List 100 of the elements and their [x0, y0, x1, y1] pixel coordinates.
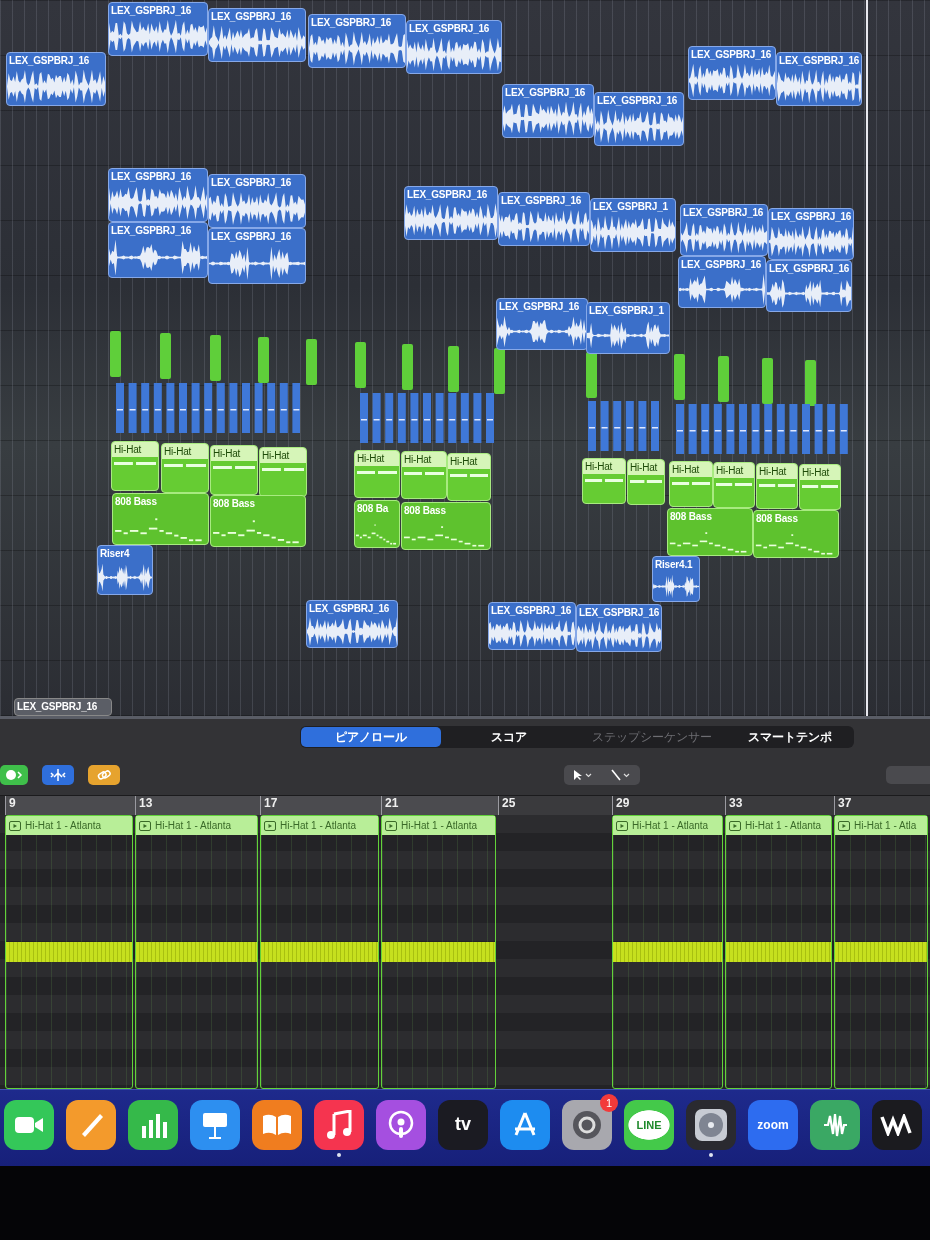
midi-region[interactable]: Hi-Hat — [627, 459, 665, 505]
bar-number: 17 — [264, 796, 278, 810]
drum-hit-region[interactable] — [718, 356, 729, 402]
playhead-line[interactable] — [866, 0, 868, 716]
drum-hit-region[interactable] — [586, 352, 597, 398]
drum-hit-region[interactable] — [210, 335, 221, 381]
drum-hit-region[interactable] — [494, 348, 505, 394]
audio-region[interactable]: LEX_GSPBRJ_16 — [502, 84, 594, 138]
music-note-icon[interactable] — [314, 1099, 364, 1150]
letter-a-icon[interactable] — [500, 1099, 550, 1150]
drum-hit-region[interactable] — [306, 339, 317, 385]
region-name: Hi-Hat 1 - Atlanta — [280, 820, 357, 831]
midi-region[interactable]: Hi-Hat — [401, 451, 447, 499]
audio-region[interactable]: Riser4.1 — [652, 556, 700, 602]
audio-region[interactable]: LEX_GSPBRJ_16 — [680, 204, 768, 256]
audio-region[interactable]: LEX_GSPBRJ_16 — [208, 174, 306, 228]
audio-region[interactable]: LEX_GSPBRJ_16 — [108, 222, 208, 278]
audio-region[interactable]: LEX_GSPBRJ_16 — [108, 2, 208, 56]
tv-icon[interactable]: tv — [438, 1099, 488, 1150]
audio-region[interactable]: LEX_GSPBRJ_16 — [6, 52, 106, 106]
midi-region[interactable]: Hi-Hat — [669, 461, 713, 507]
editor-tab[interactable]: スコア — [441, 727, 577, 747]
drum-hit-region[interactable] — [762, 358, 773, 404]
link-button[interactable] — [88, 765, 120, 785]
midi-region[interactable]: Hi-Hat 1 - Atlanta — [135, 815, 258, 1089]
drum-hit-region[interactable] — [258, 337, 269, 383]
midi-region[interactable]: Hi-Hat 1 - Atlanta — [612, 815, 723, 1089]
region-name: Hi-Hat 1 - Atla — [854, 820, 917, 831]
audio-region[interactable]: LEX_GSPBRJ_1 — [590, 198, 676, 252]
midi-region[interactable]: Hi-Hat — [713, 462, 755, 508]
podium-icon[interactable] — [190, 1099, 240, 1150]
midi-region[interactable]: Hi-Hat — [756, 463, 798, 509]
midi-notes-drawing — [672, 482, 710, 485]
play-icon — [838, 820, 850, 831]
drum-hit-region[interactable] — [674, 354, 685, 400]
note-bar[interactable] — [382, 942, 495, 962]
note-bar[interactable] — [136, 942, 257, 962]
audio-region[interactable]: LEX_GSPBRJ_16 — [576, 604, 662, 652]
midi-region[interactable]: Hi-Hat — [259, 447, 307, 497]
midi-region[interactable]: Hi-Hat 1 - Atla — [834, 815, 928, 1089]
gear-icon[interactable] — [562, 1099, 612, 1150]
audio-region[interactable]: Riser4 — [97, 545, 153, 595]
wave-icon[interactable] — [872, 1099, 922, 1150]
midi-region[interactable]: Hi-Hat — [210, 445, 258, 495]
midi-region[interactable]: Hi-Hat 1 - Atlanta — [725, 815, 832, 1089]
audio-region[interactable]: LEX_GSPBRJ_1 — [586, 302, 670, 354]
video-app-icon[interactable]: zoom — [748, 1099, 798, 1150]
midi-notes-drawing — [759, 484, 795, 487]
note-bar[interactable] — [6, 942, 132, 962]
audio-region[interactable]: LEX_GSPBRJ_16 — [594, 92, 684, 146]
audio-region[interactable]: LEX_GSPBRJ_16 — [488, 602, 576, 650]
audio-region[interactable]: LEX_GSPBRJ_16 — [496, 298, 588, 350]
catch-button[interactable] — [42, 765, 74, 785]
audio-region[interactable]: LEX_GSPBRJ_16 — [404, 186, 498, 240]
editor-tab[interactable]: ピアノロール — [301, 727, 441, 747]
editor-tab[interactable]: スマートテンポ — [727, 727, 853, 747]
drum-hit-region[interactable] — [448, 346, 459, 392]
midi-in-button[interactable] — [0, 765, 28, 785]
audio-region[interactable]: LEX_GSPBRJ_16 — [688, 46, 776, 100]
audio-region[interactable]: LEX_GSPBRJ_16 — [766, 260, 852, 312]
note-bar[interactable] — [726, 942, 831, 962]
midi-region[interactable]: Hi-Hat — [582, 458, 626, 504]
bar-number: 33 — [729, 796, 743, 810]
midi-region[interactable]: Hi-Hat 1 - Atlanta — [5, 815, 133, 1089]
audio-region[interactable]: LEX_GSPBRJ_16 — [406, 20, 502, 74]
audio-region[interactable]: LEX_GSPBRJ_16 — [308, 14, 406, 68]
audio-region[interactable]: LEX_GSPBRJ_16 — [208, 8, 306, 62]
midi-region[interactable]: Hi-Hat — [111, 441, 159, 491]
podcast-icon[interactable] — [376, 1099, 426, 1150]
audio-region[interactable]: LEX_GSPBRJ_16 — [498, 192, 590, 246]
note-bar[interactable] — [613, 942, 722, 962]
midi-region[interactable]: Hi-Hat 1 - Atlanta — [260, 815, 379, 1089]
audio-region[interactable]: LEX_GSPBRJ_16 — [306, 600, 398, 648]
video-camera-icon[interactable] — [4, 1099, 54, 1150]
bar-chart-icon[interactable] — [128, 1099, 178, 1150]
note-bar[interactable] — [835, 942, 927, 962]
drum-hit-region[interactable] — [805, 360, 816, 406]
audio-region[interactable]: LEX_GSPBRJ_16 — [678, 256, 766, 308]
note-bar[interactable] — [261, 942, 378, 962]
midi-region[interactable]: Hi-Hat — [447, 453, 491, 501]
book-icon[interactable] — [252, 1099, 302, 1150]
midi-region[interactable]: Hi-Hat — [799, 464, 841, 510]
play-icon — [616, 820, 628, 831]
waveform-drawing — [98, 561, 152, 594]
midi-region[interactable]: Hi-Hat — [161, 443, 209, 493]
audio-region[interactable]: LEX_GSPBRJ_16 — [208, 228, 306, 284]
zoom-field[interactable] — [886, 766, 930, 784]
drum-hit-region[interactable] — [355, 342, 366, 388]
pencil-icon[interactable] — [66, 1099, 116, 1150]
midi-region[interactable]: Hi-Hat — [354, 450, 400, 498]
midi-notes-drawing — [585, 479, 623, 482]
drum-hit-region[interactable] — [402, 344, 413, 390]
audio-region[interactable]: LEX_GSPBRJ_16 — [768, 208, 854, 260]
midi-region[interactable]: Hi-Hat 1 - Atlanta — [381, 815, 496, 1089]
audio-region[interactable]: LEX_GSPBRJ_16 — [776, 52, 862, 106]
chat-bubble-icon[interactable]: LINE — [624, 1099, 674, 1150]
waveform-icon[interactable] — [810, 1099, 860, 1150]
audio-region[interactable]: LEX_GSPBRJ_16 — [108, 168, 208, 222]
drum-hit-region[interactable] — [110, 331, 121, 377]
drum-hit-region[interactable] — [160, 333, 171, 379]
